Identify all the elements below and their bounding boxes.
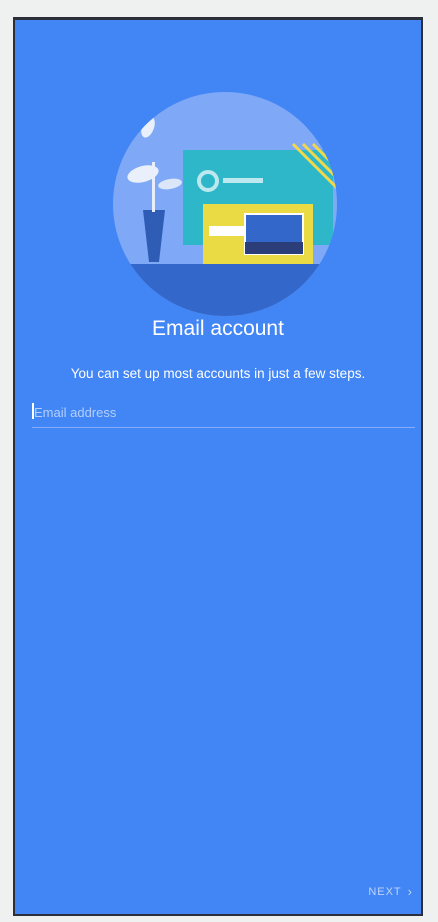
page-subtitle: You can set up most accounts in just a f…	[70, 366, 366, 381]
next-button[interactable]: NEXT ›	[368, 885, 413, 898]
next-button-label: NEXT	[368, 885, 402, 898]
email-field-container[interactable]	[32, 399, 415, 428]
email-setup-screen: Email account You can set up most accoun…	[13, 17, 423, 916]
email-address-input[interactable]	[34, 399, 404, 425]
page-title: Email account	[152, 317, 284, 340]
chevron-right-icon: ›	[407, 884, 413, 899]
email-setup-illustration	[113, 92, 337, 316]
